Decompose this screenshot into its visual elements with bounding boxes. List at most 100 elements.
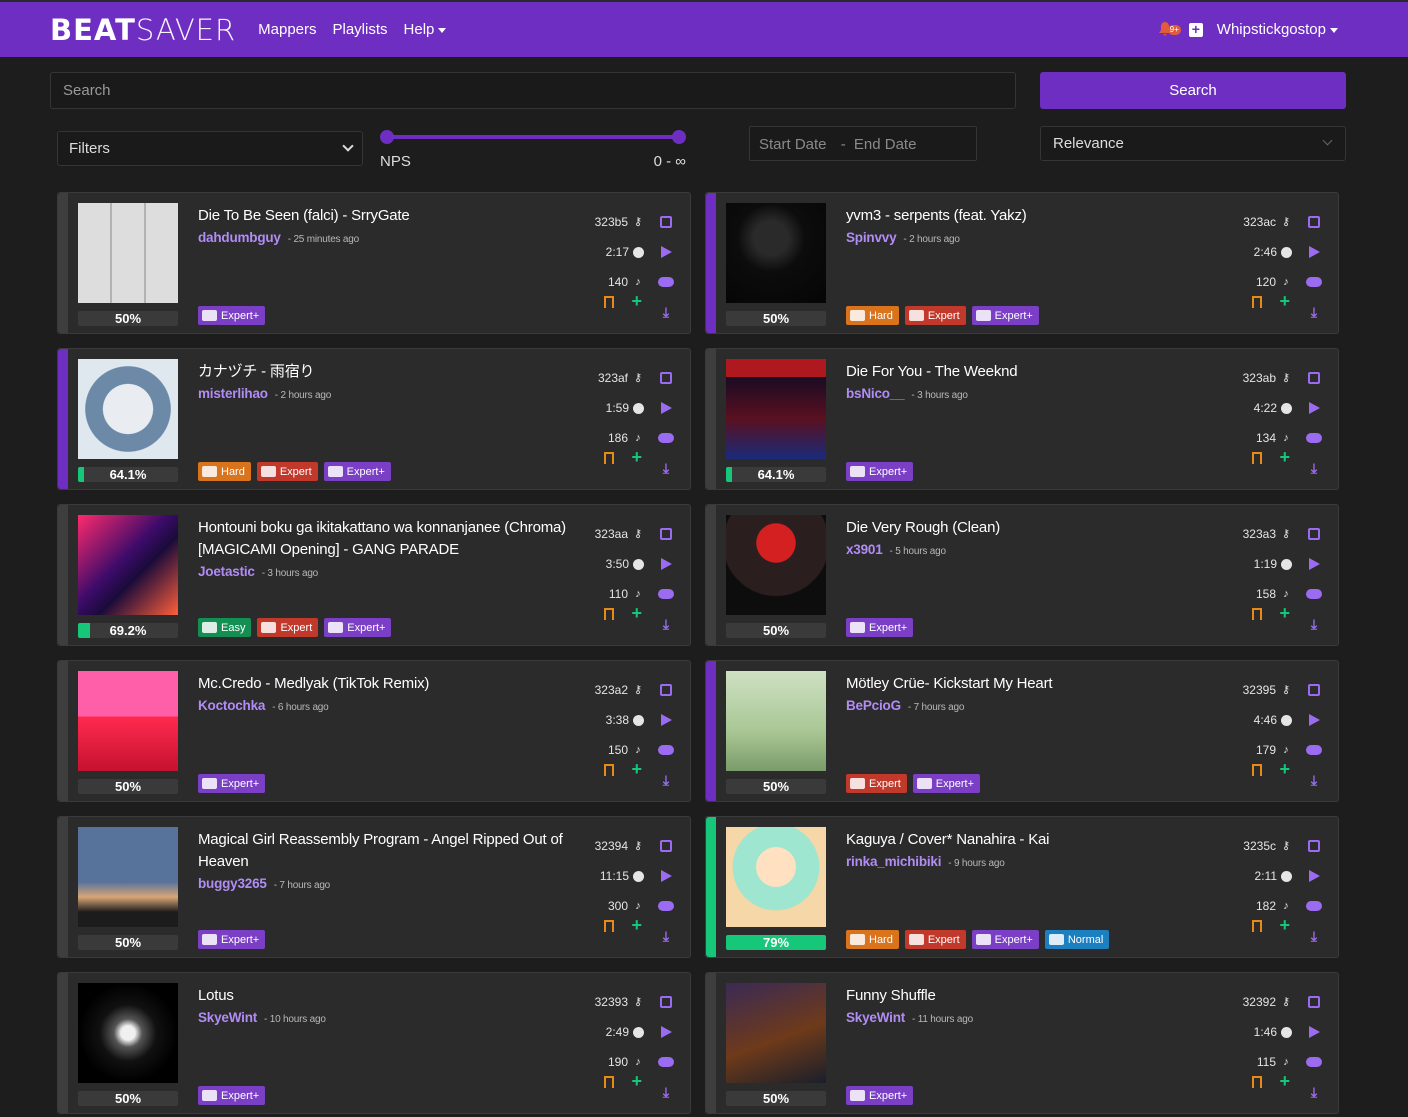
cover-art[interactable] — [78, 359, 178, 459]
bookmark-icon[interactable] — [1252, 452, 1262, 464]
brand-logo[interactable]: BEATSAVER — [50, 13, 236, 47]
map-title[interactable]: Die To Be Seen (falci) - SrryGate — [198, 205, 578, 227]
cover-art[interactable] — [78, 827, 178, 927]
filters-dropdown[interactable]: Filters — [57, 131, 363, 166]
nps-slider[interactable]: NPS 0 - ∞ — [380, 129, 686, 174]
difficulty-badge[interactable]: Expert — [904, 306, 966, 325]
download-button[interactable]: ⤓ — [656, 297, 676, 327]
nps-min-handle[interactable] — [380, 130, 394, 144]
twitch-button[interactable] — [656, 831, 676, 861]
add-to-playlist-icon[interactable]: + — [1279, 292, 1290, 310]
twitch-button[interactable] — [1304, 831, 1324, 861]
mapper-link[interactable]: Koctochka — [198, 698, 265, 713]
preview-button[interactable] — [1304, 549, 1324, 579]
difficulty-badge[interactable]: Expert — [846, 774, 907, 793]
difficulty-badge[interactable]: Expert+ — [971, 306, 1039, 325]
one-click-button[interactable] — [1304, 735, 1324, 765]
bookmark-icon[interactable] — [1252, 296, 1262, 308]
add-icon[interactable]: + — [1188, 22, 1203, 37]
mapper-link[interactable]: buggy3265 — [198, 876, 267, 891]
difficulty-badge[interactable]: Easy — [198, 618, 252, 637]
one-click-button[interactable] — [1304, 267, 1324, 297]
one-click-button[interactable] — [1304, 891, 1324, 921]
cover-art[interactable] — [726, 983, 826, 1083]
cover-art[interactable] — [726, 827, 826, 927]
add-to-playlist-icon[interactable]: + — [631, 604, 642, 622]
download-button[interactable]: ⤓ — [1304, 921, 1324, 951]
cover-art[interactable] — [78, 515, 178, 615]
difficulty-badge[interactable]: Expert+ — [198, 774, 266, 793]
map-title[interactable]: Magical Girl Reassembly Program - Angel … — [198, 829, 578, 873]
one-click-button[interactable] — [656, 267, 676, 297]
bookmark-icon[interactable] — [604, 452, 614, 464]
difficulty-badge[interactable]: Hard — [846, 930, 899, 949]
twitch-button[interactable] — [656, 675, 676, 705]
twitch-button[interactable] — [1304, 363, 1324, 393]
map-title[interactable]: Die Very Rough (Clean) — [846, 517, 1226, 539]
cover-art[interactable] — [78, 203, 178, 303]
add-to-playlist-icon[interactable]: + — [1279, 1072, 1290, 1090]
one-click-button[interactable] — [1304, 1047, 1324, 1077]
preview-button[interactable] — [1304, 705, 1324, 735]
download-button[interactable]: ⤓ — [656, 609, 676, 639]
preview-button[interactable] — [1304, 393, 1324, 423]
twitch-button[interactable] — [1304, 675, 1324, 705]
preview-button[interactable] — [1304, 237, 1324, 267]
difficulty-badge[interactable]: Hard — [846, 306, 899, 325]
difficulty-badge[interactable]: Expert+ — [198, 1086, 266, 1105]
add-to-playlist-icon[interactable]: + — [631, 292, 642, 310]
map-title[interactable]: yvm3 - serpents (feat. Yakz) — [846, 205, 1226, 227]
bookmark-icon[interactable] — [604, 764, 614, 776]
difficulty-badge[interactable]: Expert+ — [198, 306, 266, 325]
nps-max-handle[interactable] — [672, 130, 686, 144]
difficulty-badge[interactable]: Expert+ — [912, 774, 981, 793]
mapper-link[interactable]: dahdumbguy — [198, 230, 281, 245]
cover-art[interactable] — [726, 203, 826, 303]
download-button[interactable]: ⤓ — [656, 453, 676, 483]
start-date-field[interactable]: Start Date — [759, 136, 827, 153]
twitch-button[interactable] — [656, 207, 676, 237]
preview-button[interactable] — [1304, 861, 1324, 891]
difficulty-badge[interactable]: Expert — [257, 618, 319, 637]
difficulty-badge[interactable]: Expert+ — [198, 930, 266, 949]
one-click-button[interactable] — [1304, 579, 1324, 609]
difficulty-badge[interactable]: Expert+ — [323, 462, 391, 481]
download-button[interactable]: ⤓ — [656, 921, 676, 951]
preview-button[interactable] — [656, 705, 676, 735]
one-click-button[interactable] — [1304, 423, 1324, 453]
search-input[interactable] — [50, 72, 1016, 109]
mapper-link[interactable]: misterlihao — [198, 386, 268, 401]
add-to-playlist-icon[interactable]: + — [1279, 760, 1290, 778]
difficulty-badge[interactable]: Expert+ — [846, 1086, 914, 1105]
mapper-link[interactable]: Joetastic — [198, 564, 255, 579]
twitch-button[interactable] — [656, 987, 676, 1017]
mapper-link[interactable]: bsNico__ — [846, 386, 905, 401]
nav-playlists[interactable]: Playlists — [333, 21, 388, 38]
map-title[interactable]: カナヅチ - 雨宿り — [198, 361, 578, 383]
preview-button[interactable] — [656, 393, 676, 423]
cover-art[interactable] — [726, 671, 826, 771]
preview-button[interactable] — [656, 549, 676, 579]
mapper-link[interactable]: SkyeWint — [198, 1010, 257, 1025]
bookmark-icon[interactable] — [604, 920, 614, 932]
one-click-button[interactable] — [656, 735, 676, 765]
cover-art[interactable] — [726, 359, 826, 459]
bookmark-icon[interactable] — [604, 1076, 614, 1088]
download-button[interactable]: ⤓ — [1304, 1077, 1324, 1107]
twitch-button[interactable] — [656, 519, 676, 549]
mapper-link[interactable]: SkyeWint — [846, 1010, 905, 1025]
mapper-link[interactable]: x3901 — [846, 542, 883, 557]
add-to-playlist-icon[interactable]: + — [631, 760, 642, 778]
nav-mappers[interactable]: Mappers — [258, 21, 316, 38]
one-click-button[interactable] — [656, 891, 676, 921]
mapper-link[interactable]: rinka_michibiki — [846, 854, 941, 869]
date-range-picker[interactable]: Start Date - End Date — [749, 126, 977, 161]
one-click-button[interactable] — [656, 579, 676, 609]
cover-art[interactable] — [78, 983, 178, 1083]
add-to-playlist-icon[interactable]: + — [1279, 448, 1290, 466]
difficulty-badge[interactable]: Expert+ — [846, 462, 914, 481]
difficulty-badge[interactable]: Expert+ — [846, 618, 914, 637]
difficulty-badge[interactable]: Expert — [904, 930, 966, 949]
difficulty-badge[interactable]: Hard — [198, 462, 251, 481]
user-menu[interactable]: Whipstickgostop — [1217, 21, 1338, 38]
